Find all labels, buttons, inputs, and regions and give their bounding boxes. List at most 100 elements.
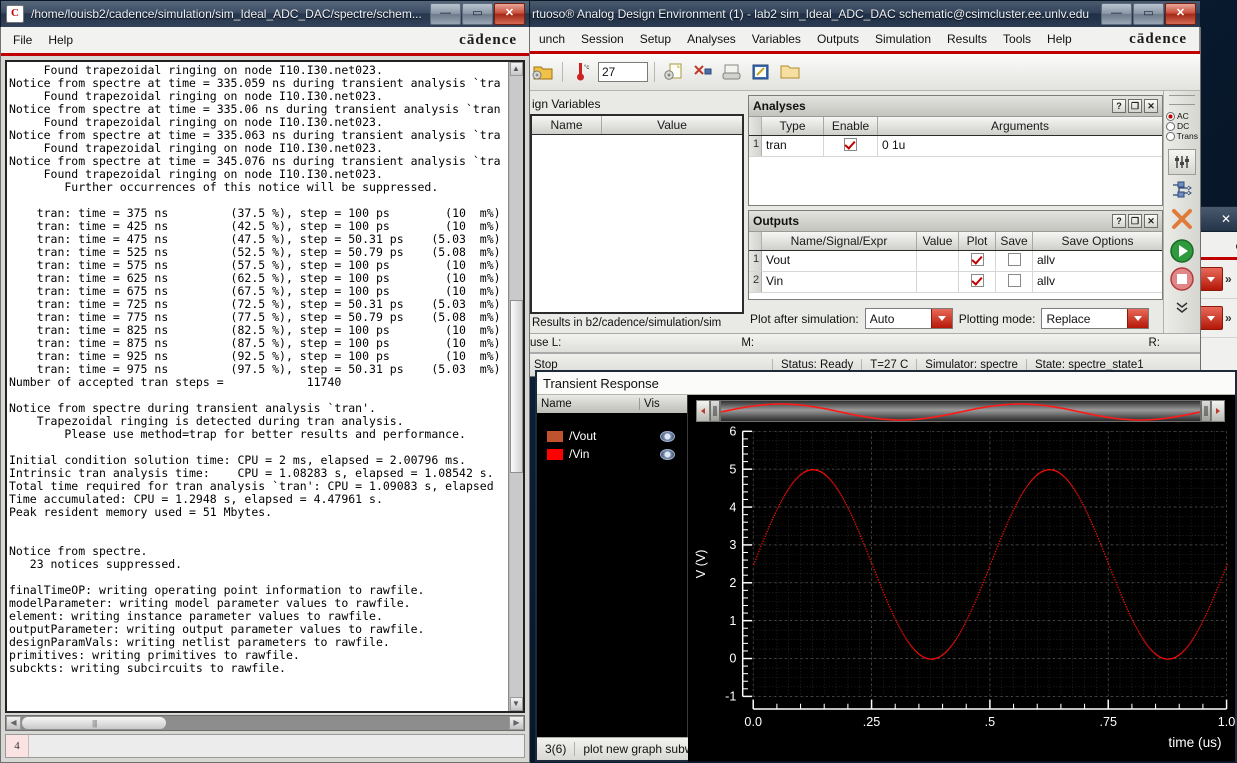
ade-menubar[interactable]: unch Session Setup Analyses Variables Ou… <box>526 27 1200 51</box>
outputs-dock[interactable]: Outputs ? ❐ ✕ Name/Signal/Expr Value Plo… <box>748 210 1163 300</box>
close-icon[interactable]: ✕ <box>1144 99 1158 113</box>
outputs-rows[interactable]: 1 Vout allv 2 Vin <box>749 251 1162 299</box>
radio-dc-dot[interactable] <box>1166 122 1175 131</box>
scroll-left-icon[interactable]: ◀ <box>6 716 21 730</box>
output-plot-cell[interactable] <box>959 272 996 292</box>
analyses-rows[interactable]: 1 tran 0 1u <box>749 136 1162 205</box>
waveform-plot-area[interactable]: -10123456V (V)0.0.25.5.751.0time (us) <box>688 395 1235 737</box>
variables-icon[interactable] <box>1168 149 1196 175</box>
minimize-button[interactable]: — <box>430 3 461 25</box>
radio-ac-dot[interactable] <box>1166 112 1175 121</box>
stop-simulation-icon[interactable] <box>1169 267 1195 291</box>
menu-launch[interactable]: unch <box>531 30 573 48</box>
transient-response-chart[interactable]: -10123456V (V)0.0.25.5.751.0time (us) <box>688 425 1235 762</box>
output-save-cell[interactable] <box>996 272 1033 292</box>
outputs-icon[interactable] <box>1169 179 1195 203</box>
ade-window[interactable]: rtuoso® Analog Design Environment (1) - … <box>525 0 1201 376</box>
delete-netlist-icon[interactable] <box>690 59 716 85</box>
ade-toolbar[interactable]: °c <box>526 54 1200 91</box>
netlist-gear-icon[interactable] <box>661 59 687 85</box>
background-row[interactable]: » <box>1197 260 1237 299</box>
table-row[interactable]: 2 Vin allv <box>749 272 1162 293</box>
analyses-dock-buttons[interactable]: ? ❐ ✕ <box>1112 99 1158 113</box>
menu-outputs[interactable]: Outputs <box>809 30 867 48</box>
analyses-title-bar[interactable]: Analyses ? ❐ ✕ <box>749 96 1162 117</box>
background-row[interactable]: » <box>1197 299 1237 338</box>
design-variables-grid[interactable]: Name Value <box>530 114 744 314</box>
menu-results[interactable]: Results <box>939 30 995 48</box>
menu-setup[interactable]: Setup <box>632 30 679 48</box>
spectre-log-window[interactable]: C /home/louisb2/cadence/simulation/sim_I… <box>0 0 530 762</box>
maximize-button[interactable]: ▭ <box>1133 3 1164 25</box>
undock-icon[interactable]: ❐ <box>1128 214 1142 228</box>
output-save-options[interactable]: allv <box>1033 272 1162 292</box>
chevron-down-icon[interactable] <box>1127 309 1148 328</box>
log-window-controls[interactable]: — ▭ ✕ <box>430 3 525 25</box>
hscroll-track[interactable]: |||| <box>21 716 509 730</box>
list-item[interactable]: /Vout <box>547 427 687 445</box>
visibility-eye-icon[interactable] <box>660 449 675 460</box>
table-row[interactable]: 1 tran 0 1u <box>749 136 1162 157</box>
help-icon[interactable]: ? <box>1112 99 1126 113</box>
menu-help[interactable]: Help <box>1039 30 1080 48</box>
minimize-button[interactable]: — <box>1101 3 1132 25</box>
dropdown-arrow-icon[interactable] <box>1199 267 1223 291</box>
chevron-right-icon[interactable]: » <box>1225 272 1232 286</box>
analysis-type-radio-group[interactable]: AC DC Trans <box>1166 111 1198 141</box>
slider-right-handle[interactable] <box>1201 400 1211 422</box>
analysis-type[interactable]: tran <box>762 136 824 156</box>
waveform-window[interactable]: Transient Response Name Vis /Vout /Vin <box>535 370 1237 762</box>
log-output-area[interactable]: Found trapezoidal ringing on node I10.I3… <box>5 60 525 713</box>
visibility-eye-icon[interactable] <box>660 431 675 442</box>
log-titlebar[interactable]: C /home/louisb2/cadence/simulation/sim_I… <box>0 0 530 27</box>
ade-side-toolbar[interactable]: AC DC Trans <box>1163 91 1200 333</box>
run-simulation-icon[interactable] <box>1169 239 1195 263</box>
radio-ac[interactable]: AC <box>1166 111 1198 121</box>
plot-settings-row[interactable]: Plot after simulation: Auto Plotting mod… <box>748 304 1163 333</box>
vscroll-thumb[interactable] <box>510 300 523 474</box>
output-save-cell[interactable] <box>996 251 1033 271</box>
hscroll-thumb[interactable]: |||| <box>21 716 167 730</box>
more-icon[interactable] <box>1169 295 1195 319</box>
menu-session[interactable]: Session <box>573 30 632 48</box>
scroll-right-icon[interactable]: ▶ <box>509 716 524 730</box>
analysis-arguments[interactable]: 0 1u <box>878 136 1162 156</box>
log-vertical-scrollbar[interactable]: ▲ ▼ <box>508 62 523 711</box>
plot-checkbox[interactable] <box>971 274 984 287</box>
radio-trans-dot[interactable] <box>1166 132 1175 141</box>
delete-icon[interactable] <box>1169 207 1195 231</box>
dropdown-arrow-icon[interactable] <box>1199 306 1223 330</box>
output-save-options[interactable]: allv <box>1033 251 1162 271</box>
menu-analyses[interactable]: Analyses <box>679 30 744 48</box>
chevron-right-icon[interactable]: » <box>1225 311 1232 325</box>
plot-after-simulation-select[interactable]: Auto <box>865 308 953 329</box>
background-window-titlebar[interactable]: ✕ <box>1196 206 1237 232</box>
waveform-legend-panel[interactable]: Name Vis /Vout /Vin <box>537 395 688 737</box>
radio-dc[interactable]: DC <box>1166 121 1198 131</box>
load-state-icon[interactable] <box>777 59 803 85</box>
log-menubar[interactable]: File Help cādence <box>1 27 529 53</box>
horizontal-zoom-slider[interactable] <box>696 399 1225 423</box>
output-name[interactable]: Vin <box>762 272 917 292</box>
legend-rows[interactable]: /Vout /Vin <box>537 413 687 737</box>
save-checkbox[interactable] <box>1008 274 1021 287</box>
save-state-icon[interactable] <box>748 59 774 85</box>
open-folder-icon[interactable] <box>530 59 556 85</box>
save-checkbox[interactable] <box>1008 253 1021 266</box>
outputs-title-bar[interactable]: Outputs ? ❐ ✕ <box>749 211 1162 232</box>
output-name[interactable]: Vout <box>762 251 917 271</box>
design-variables-rows[interactable] <box>532 135 742 312</box>
print-icon[interactable] <box>719 59 745 85</box>
temperature-input[interactable] <box>598 62 648 82</box>
table-row[interactable]: 1 Vout allv <box>749 251 1162 272</box>
vscroll-track[interactable] <box>510 76 523 697</box>
log-horizontal-scrollbar[interactable]: ◀ |||| ▶ <box>5 715 525 731</box>
menu-help[interactable]: Help <box>40 31 81 49</box>
menu-file[interactable]: File <box>5 31 40 49</box>
outputs-dock-buttons[interactable]: ? ❐ ✕ <box>1112 214 1158 228</box>
menu-tools[interactable]: Tools <box>995 30 1039 48</box>
slider-left-handle[interactable] <box>710 400 720 422</box>
list-item[interactable]: /Vin <box>547 445 687 463</box>
close-button[interactable]: ✕ <box>1165 3 1196 25</box>
analysis-enable-cell[interactable] <box>824 136 878 156</box>
